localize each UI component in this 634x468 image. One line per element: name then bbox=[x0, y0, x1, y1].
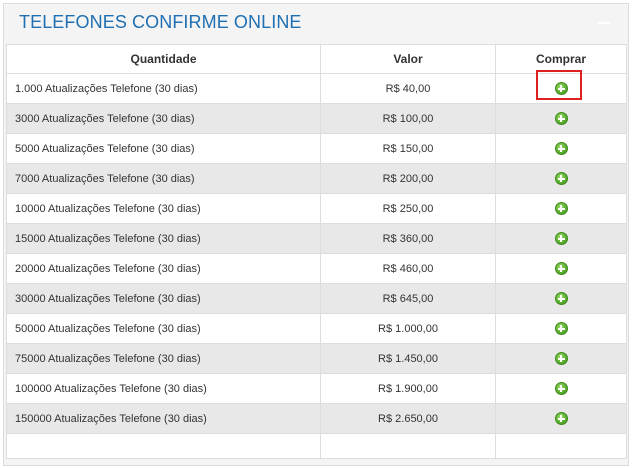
table-row: 50000 Atualizações Telefone (30 dias) R$… bbox=[6, 313, 627, 344]
quantity-cell: 3000 Atualizações Telefone (30 dias) bbox=[6, 103, 321, 134]
table-row: 75000 Atualizações Telefone (30 dias) R$… bbox=[6, 343, 627, 374]
panel-header: TELEFONES CONFIRME ONLINE bbox=[4, 4, 628, 42]
buy-cell bbox=[495, 103, 627, 134]
table-row: 3000 Atualizações Telefone (30 dias) R$ … bbox=[6, 103, 627, 134]
value-cell: R$ 645,00 bbox=[320, 283, 496, 314]
quantity-cell: 30000 Atualizações Telefone (30 dias) bbox=[6, 283, 321, 314]
plus-circle-icon[interactable] bbox=[554, 262, 568, 275]
quantity-cell: 100000 Atualizações Telefone (30 dias) bbox=[6, 373, 321, 404]
quantity-cell: 1.000 Atualizações Telefone (30 dias) bbox=[6, 73, 321, 104]
quantity-cell: 5000 Atualizações Telefone (30 dias) bbox=[6, 133, 321, 164]
buy-cell bbox=[495, 193, 627, 224]
buy-cell bbox=[495, 253, 627, 284]
buy-cell bbox=[495, 133, 627, 164]
buy-cell bbox=[495, 373, 627, 404]
plus-circle-icon[interactable] bbox=[554, 232, 568, 245]
plus-circle-icon[interactable] bbox=[554, 172, 568, 185]
empty-cell bbox=[495, 433, 627, 459]
table-row: 20000 Atualizações Telefone (30 dias) R$… bbox=[6, 253, 627, 284]
quantity-cell: 75000 Atualizações Telefone (30 dias) bbox=[6, 343, 321, 374]
plus-circle-icon[interactable] bbox=[554, 352, 568, 365]
plus-circle-icon[interactable] bbox=[554, 202, 568, 215]
value-cell: R$ 1.900,00 bbox=[320, 373, 496, 404]
table-row: 1.000 Atualizações Telefone (30 dias) R$… bbox=[6, 73, 627, 104]
plus-circle-icon[interactable] bbox=[554, 142, 568, 155]
column-header-value: Valor bbox=[320, 44, 496, 74]
table-row: 100000 Atualizações Telefone (30 dias) R… bbox=[6, 373, 627, 404]
value-cell: R$ 40,00 bbox=[320, 73, 496, 104]
table-row: 150000 Atualizações Telefone (30 dias) R… bbox=[6, 403, 627, 434]
table-row: 5000 Atualizações Telefone (30 dias) R$ … bbox=[6, 133, 627, 164]
highlight-box bbox=[536, 70, 582, 100]
empty-cell bbox=[6, 433, 321, 459]
table-row: 15000 Atualizações Telefone (30 dias) R$… bbox=[6, 223, 627, 254]
plus-circle-icon[interactable] bbox=[554, 292, 568, 305]
value-cell: R$ 2.650,00 bbox=[320, 403, 496, 434]
quantity-cell: 10000 Atualizações Telefone (30 dias) bbox=[6, 193, 321, 224]
table-footer-row bbox=[6, 433, 627, 459]
quantity-cell: 20000 Atualizações Telefone (30 dias) bbox=[6, 253, 321, 284]
table-row: 7000 Atualizações Telefone (30 dias) R$ … bbox=[6, 163, 627, 194]
buy-cell bbox=[495, 223, 627, 254]
plus-circle-icon[interactable] bbox=[554, 412, 568, 425]
empty-cell bbox=[320, 433, 496, 459]
table-header-row: Quantidade Valor Comprar bbox=[6, 44, 627, 74]
plus-circle-icon[interactable] bbox=[554, 112, 568, 125]
value-cell: R$ 360,00 bbox=[320, 223, 496, 254]
pricing-table: Quantidade Valor Comprar 1.000 Atualizaç… bbox=[6, 44, 627, 459]
plus-circle-icon[interactable] bbox=[554, 382, 568, 395]
panel-title: TELEFONES CONFIRME ONLINE bbox=[19, 12, 302, 32]
value-cell: R$ 200,00 bbox=[320, 163, 496, 194]
quantity-cell: 7000 Atualizações Telefone (30 dias) bbox=[6, 163, 321, 194]
minus-icon[interactable] bbox=[598, 22, 610, 24]
buy-cell bbox=[495, 403, 627, 434]
quantity-cell: 50000 Atualizações Telefone (30 dias) bbox=[6, 313, 321, 344]
value-cell: R$ 150,00 bbox=[320, 133, 496, 164]
table-row: 30000 Atualizações Telefone (30 dias) R$… bbox=[6, 283, 627, 314]
value-cell: R$ 1.000,00 bbox=[320, 313, 496, 344]
value-cell: R$ 1.450,00 bbox=[320, 343, 496, 374]
value-cell: R$ 100,00 bbox=[320, 103, 496, 134]
quantity-cell: 150000 Atualizações Telefone (30 dias) bbox=[6, 403, 321, 434]
value-cell: R$ 250,00 bbox=[320, 193, 496, 224]
table-row: 10000 Atualizações Telefone (30 dias) R$… bbox=[6, 193, 627, 224]
buy-cell bbox=[495, 283, 627, 314]
plus-circle-icon[interactable] bbox=[554, 322, 568, 335]
column-header-quantity: Quantidade bbox=[6, 44, 321, 74]
quantity-cell: 15000 Atualizações Telefone (30 dias) bbox=[6, 223, 321, 254]
buy-cell bbox=[495, 313, 627, 344]
buy-cell bbox=[495, 343, 627, 374]
value-cell: R$ 460,00 bbox=[320, 253, 496, 284]
buy-cell bbox=[495, 163, 627, 194]
